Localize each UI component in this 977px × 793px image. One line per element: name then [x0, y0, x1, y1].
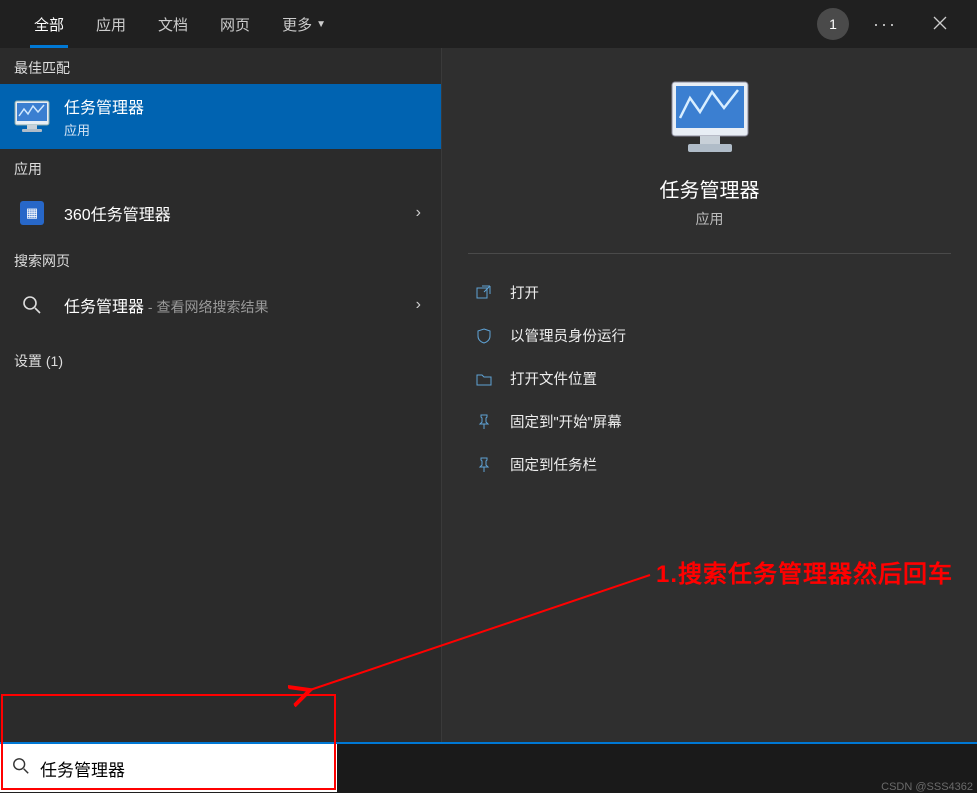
section-apps: 应用	[0, 149, 441, 185]
search-input[interactable]	[40, 758, 325, 778]
detail-subtitle: 应用	[696, 209, 724, 229]
shield-icon	[474, 326, 494, 346]
filter-tabs: 全部 应用 文档 网页 更多▼	[18, 0, 342, 48]
top-bar: 全部 应用 文档 网页 更多▼ 1 ···	[0, 0, 977, 48]
more-options-icon[interactable]: ···	[873, 14, 897, 35]
close-icon	[933, 16, 947, 30]
result-360-task-manager[interactable]: ▦ 360任务管理器 ›	[0, 185, 441, 241]
notification-badge[interactable]: 1	[817, 8, 849, 40]
chevron-right-icon[interactable]: ›	[410, 296, 427, 314]
tab-more[interactable]: 更多▼	[266, 0, 342, 48]
result-title: 360任务管理器	[64, 201, 396, 225]
section-web: 搜索网页	[0, 241, 441, 277]
divider	[468, 253, 951, 254]
tab-web[interactable]: 网页	[204, 0, 266, 48]
action-label: 打开文件位置	[510, 368, 597, 389]
tab-all[interactable]: 全部	[18, 0, 80, 48]
detail-title: 任务管理器	[660, 174, 760, 203]
section-settings[interactable]: 设置 (1)	[0, 341, 441, 377]
detail-pane: 任务管理器 应用 打开 以管理员身份运行 打开文件位置 固定到"开始"屏幕	[442, 48, 977, 742]
result-title: 任务管理器	[64, 94, 427, 118]
tab-apps[interactable]: 应用	[80, 0, 142, 48]
open-icon	[474, 283, 494, 303]
search-icon	[12, 757, 30, 780]
action-list: 打开 以管理员身份运行 打开文件位置 固定到"开始"屏幕 固定到任务栏	[466, 272, 953, 485]
watermark: CSDN @SSS4362	[881, 781, 973, 793]
tab-documents[interactable]: 文档	[142, 0, 204, 48]
search-icon	[14, 287, 50, 323]
task-manager-large-icon	[668, 78, 752, 156]
chevron-down-icon: ▼	[316, 19, 326, 30]
action-label: 打开	[510, 282, 539, 303]
result-subtitle: 应用	[64, 120, 427, 139]
action-pin-to-start[interactable]: 固定到"开始"屏幕	[466, 401, 953, 442]
action-pin-to-taskbar[interactable]: 固定到任务栏	[466, 444, 953, 485]
search-bar[interactable]	[0, 742, 337, 792]
action-label: 固定到"开始"屏幕	[510, 411, 622, 432]
chevron-right-icon[interactable]: ›	[410, 204, 427, 222]
action-label: 固定到任务栏	[510, 454, 597, 475]
result-title: 任务管理器 - 查看网络搜索结果	[64, 293, 396, 317]
taskbar-area: CSDN @SSS4362	[337, 742, 977, 793]
action-open[interactable]: 打开	[466, 272, 953, 313]
pin-icon	[474, 455, 494, 475]
pin-icon	[474, 412, 494, 432]
folder-icon	[474, 369, 494, 389]
result-web-search[interactable]: 任务管理器 - 查看网络搜索结果 ›	[0, 277, 441, 333]
close-button[interactable]	[921, 6, 959, 43]
app-icon: ▦	[14, 195, 50, 231]
action-run-as-admin[interactable]: 以管理员身份运行	[466, 315, 953, 356]
result-task-manager[interactable]: 任务管理器 应用	[0, 84, 441, 149]
results-pane: 最佳匹配 任务管理器 应用 应用 ▦ 360任务管理	[0, 48, 442, 742]
section-best-match: 最佳匹配	[0, 48, 441, 84]
task-manager-icon	[14, 99, 50, 135]
action-open-file-location[interactable]: 打开文件位置	[466, 358, 953, 399]
action-label: 以管理员身份运行	[510, 325, 626, 346]
